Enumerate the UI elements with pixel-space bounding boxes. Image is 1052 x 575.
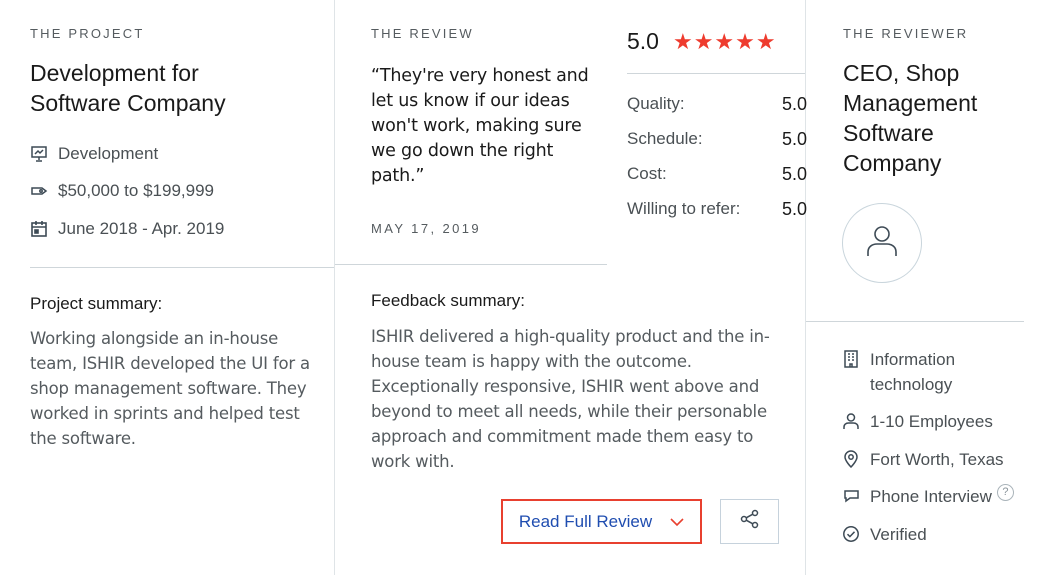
project-service-row: Development [30, 144, 158, 164]
reviewer-title: CEO, Shop Management Software Company [843, 60, 978, 176]
reviewer-industry-row: Information technology [842, 347, 1022, 397]
speech-bubble-icon [842, 487, 860, 505]
score-row-cost: Cost: 5.0 [627, 164, 807, 185]
project-dates-row: June 2018 - Apr. 2019 [30, 219, 224, 239]
user-icon [862, 221, 902, 266]
divider [335, 264, 607, 265]
check-circle-icon [842, 525, 860, 543]
feedback-summary-text: ISHIR delivered a high-quality product a… [371, 327, 770, 471]
project-service: Development [58, 144, 159, 163]
score-row-schedule: Schedule: 5.0 [627, 129, 807, 150]
read-full-review-label: Read Full Review [518, 511, 653, 531]
help-icon[interactable]: ? [996, 484, 1014, 501]
person-icon [842, 412, 860, 430]
star-rating-icon: ★★★★★ [672, 28, 777, 54]
score-row-quality: Quality: 5.0 [627, 94, 807, 115]
overall-rating-value: 5.0 [627, 28, 659, 54]
score-value: 5.0 [781, 129, 807, 149]
project-summary-label: Project summary: [30, 294, 163, 313]
reviewer-size: 1-10 Employees [870, 412, 993, 431]
score-label: Quality: [627, 94, 685, 113]
review-quote: “They're very honest and let us know if … [371, 66, 589, 186]
score-value: 5.0 [781, 164, 807, 184]
project-budget: $50,000 to $199,999 [58, 181, 214, 200]
reviewer-eyebrow: THE REVIEWER [843, 26, 969, 41]
review-date: MAY 17, 2019 [371, 221, 481, 236]
reviewer-verified-row: Verified [842, 522, 927, 547]
presentation-icon [30, 145, 48, 163]
price-tag-icon [30, 182, 48, 200]
location-pin-icon [842, 450, 860, 468]
project-eyebrow: THE PROJECT [30, 26, 145, 41]
calendar-icon [30, 220, 48, 238]
score-row-willing-to-refer: Willing to refer: 5.0 [627, 199, 807, 220]
chevron-down-icon [670, 514, 684, 530]
divider [806, 321, 1024, 322]
score-value: 5.0 [781, 199, 807, 219]
reviewer-verified: Verified [870, 525, 927, 544]
project-summary-text: Working alongside an in-house team, ISHI… [30, 329, 310, 448]
reviewer-location: Fort Worth, Texas [870, 450, 1004, 469]
reviewer-size-row: 1-10 Employees [842, 409, 993, 434]
score-label: Willing to refer: [627, 199, 741, 218]
score-label: Cost: [627, 164, 667, 183]
score-label: Schedule: [627, 129, 703, 148]
reviewer-interview-row: Phone Interview ? [842, 484, 1014, 509]
share-button[interactable] [720, 499, 779, 544]
feedback-summary-label: Feedback summary: [371, 291, 525, 310]
reviewer-industry: Information technology [870, 350, 956, 394]
project-column: THE PROJECT Development for Software Com… [0, 0, 335, 575]
reviewer-location-row: Fort Worth, Texas [842, 447, 1004, 472]
avatar [842, 203, 922, 283]
building-icon [842, 350, 860, 368]
divider [627, 73, 805, 74]
project-dates: June 2018 - Apr. 2019 [58, 219, 225, 238]
review-column: THE REVIEW “They're very honest and let … [335, 0, 807, 575]
project-title: Development for Software Company [30, 60, 226, 116]
project-budget-row: $50,000 to $199,999 [30, 181, 214, 201]
reviewer-interview: Phone Interview [870, 487, 992, 506]
review-eyebrow: THE REVIEW [371, 26, 474, 41]
read-full-review-button[interactable]: Read Full Review [501, 499, 702, 544]
divider [30, 267, 334, 268]
score-value: 5.0 [781, 94, 807, 114]
reviewer-column: THE REVIEWER CEO, Shop Management Softwa… [806, 0, 1052, 575]
overall-rating: 5.0 ★★★★★ [627, 28, 777, 55]
share-icon [740, 509, 760, 534]
